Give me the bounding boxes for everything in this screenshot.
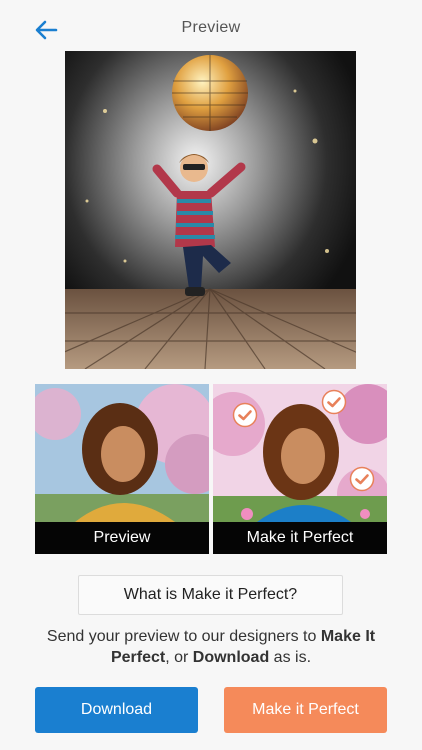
check-circle-icon xyxy=(349,466,375,492)
download-button[interactable]: Download xyxy=(35,687,198,733)
check-circle-icon xyxy=(232,402,258,428)
top-bar: Preview xyxy=(0,0,422,58)
main-preview-image xyxy=(65,51,356,369)
description-part3: as is. xyxy=(269,649,312,666)
page-title: Preview xyxy=(181,19,241,36)
make-it-perfect-button[interactable]: Make it Perfect xyxy=(224,687,387,733)
check-circle-icon xyxy=(321,389,347,415)
make-it-perfect-thumbnail[interactable] xyxy=(213,384,387,522)
what-is-make-it-perfect-button[interactable]: What is Make it Perfect? xyxy=(78,575,343,615)
preview-thumbnail-label[interactable]: Preview xyxy=(35,522,209,554)
description-part1: Send your preview to our designers to xyxy=(46,628,321,645)
description-text: Send your preview to our designers to Ma… xyxy=(30,626,392,668)
description-bold2: Download xyxy=(192,649,270,666)
description-part2: , or xyxy=(165,649,193,666)
preview-thumbnail[interactable] xyxy=(35,384,209,522)
make-it-perfect-thumbnail-label[interactable]: Make it Perfect xyxy=(213,522,387,554)
